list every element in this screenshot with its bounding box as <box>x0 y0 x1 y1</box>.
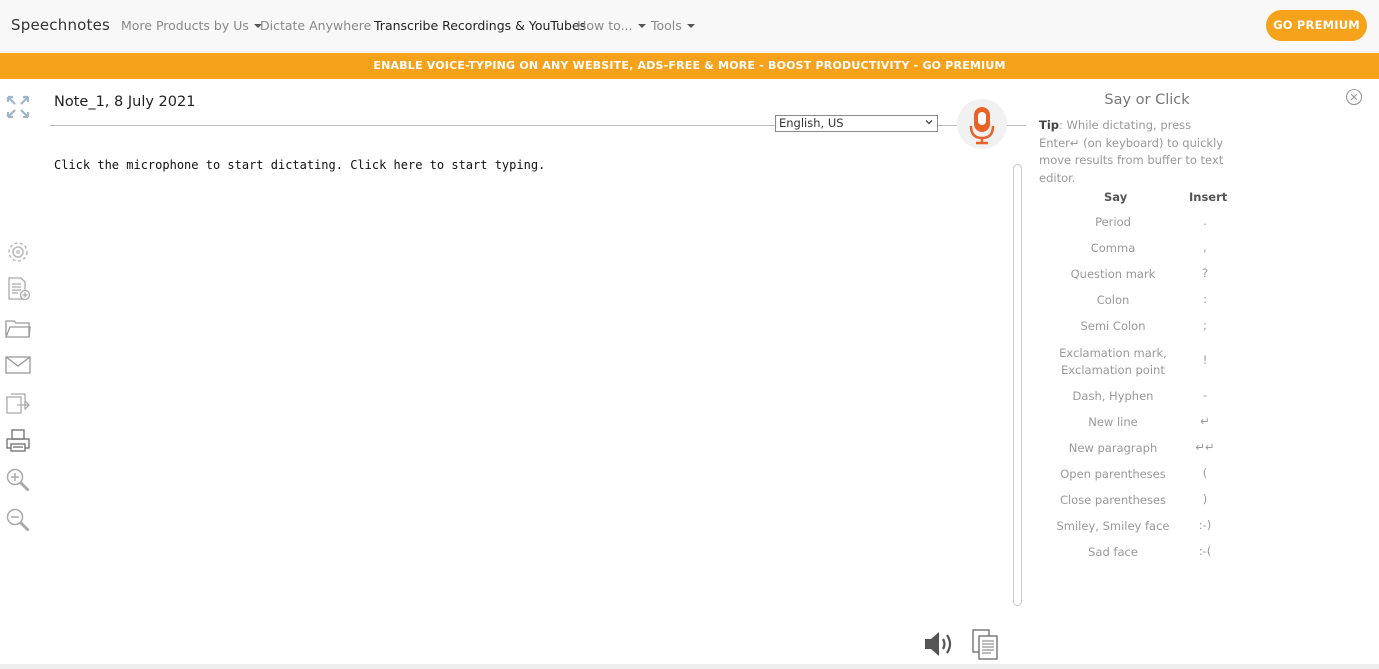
go-premium-button[interactable]: GO PREMIUM <box>1266 10 1367 41</box>
command-say[interactable]: Period <box>1045 214 1181 231</box>
chevron-down-icon <box>925 120 933 125</box>
open-folder-icon[interactable] <box>5 315 31 341</box>
close-icon[interactable] <box>1345 88 1363 106</box>
command-say[interactable]: New paragraph <box>1045 440 1181 457</box>
text-editor[interactable]: Click the microphone to start dictating.… <box>54 158 545 172</box>
nav-tools[interactable]: Tools <box>651 18 695 33</box>
command-insert[interactable]: :-( <box>1185 544 1225 558</box>
command-insert[interactable]: : <box>1185 292 1225 306</box>
command-say[interactable]: Close parentheses <box>1045 492 1181 509</box>
command-insert[interactable]: ↵ <box>1185 414 1225 428</box>
column-header-say: Say <box>1104 190 1128 204</box>
command-say[interactable]: Exclamation mark, Exclamation point <box>1058 345 1168 379</box>
nav-transcribe-recordings[interactable]: Transcribe Recordings & YouTubes <box>374 18 586 33</box>
command-say[interactable]: Sad face <box>1045 544 1181 561</box>
nav-item-label: Tools <box>651 18 682 33</box>
chevron-down-icon <box>637 24 646 28</box>
top-navbar: Speechnotes More Products by Us Dictate … <box>0 0 1379 52</box>
email-icon[interactable] <box>5 352 31 378</box>
command-insert[interactable]: ( <box>1185 466 1225 480</box>
chevron-down-icon <box>686 24 695 28</box>
command-insert[interactable]: ? <box>1185 266 1225 280</box>
command-say[interactable]: Comma <box>1045 240 1181 257</box>
command-insert[interactable]: . <box>1185 214 1225 228</box>
buffer-scrollbar[interactable] <box>1013 164 1022 606</box>
brand-logo[interactable]: Speechnotes <box>11 16 110 34</box>
language-select[interactable]: English, US <box>775 115 938 132</box>
command-insert[interactable]: , <box>1185 240 1225 254</box>
column-header-insert: Insert <box>1189 190 1228 204</box>
command-say[interactable]: Colon <box>1045 292 1181 309</box>
command-insert[interactable]: :-) <box>1185 518 1225 532</box>
export-icon[interactable] <box>5 391 31 417</box>
command-say[interactable]: Smiley, Smiley face <box>1045 518 1181 535</box>
command-insert[interactable]: ) <box>1185 492 1225 506</box>
settings-gear-icon[interactable] <box>5 239 31 265</box>
language-selected-value: English, US <box>779 116 844 130</box>
command-say[interactable]: New line <box>1045 414 1181 431</box>
zoom-out-icon[interactable] <box>5 507 31 533</box>
command-insert[interactable]: ! <box>1185 353 1225 367</box>
command-insert[interactable]: ↵↵ <box>1185 440 1225 454</box>
nav-item-label: Dictate Anywhere <box>260 18 372 33</box>
command-say[interactable]: Semi Colon <box>1045 318 1181 335</box>
command-insert[interactable]: - <box>1185 388 1225 402</box>
microphone-button[interactable] <box>957 99 1007 149</box>
panel-title: Say or Click <box>1104 92 1190 108</box>
nav-how-to[interactable]: How to... <box>577 18 646 33</box>
nav-dictate-anywhere[interactable]: Dictate Anywhere <box>260 18 371 33</box>
fullscreen-icon[interactable] <box>5 94 31 120</box>
copy-clipboard-icon[interactable] <box>968 628 1002 660</box>
note-title[interactable]: Note_1, 8 July 2021 <box>54 94 195 110</box>
nav-item-label: Transcribe Recordings & YouTubes <box>374 18 587 33</box>
microphone-icon <box>969 107 995 145</box>
command-say[interactable]: Question mark <box>1045 266 1181 283</box>
command-say[interactable]: Dash, Hyphen <box>1045 388 1181 405</box>
page-bottom-edge <box>0 664 1379 669</box>
zoom-in-icon[interactable] <box>5 467 31 493</box>
nav-item-label: How to... <box>577 18 633 33</box>
dictation-tip: Tip: While dictating, press Enter↵ (on k… <box>1039 117 1224 187</box>
nav-more-products[interactable]: More Products by Us <box>121 18 262 33</box>
speaker-icon[interactable] <box>922 628 956 660</box>
tip-text: : While dictating, press Enter↵ (on keyb… <box>1039 118 1224 185</box>
command-say[interactable]: Open parentheses <box>1045 466 1181 483</box>
nav-item-label: More Products by Us <box>121 18 249 33</box>
new-note-icon[interactable] <box>5 276 31 302</box>
command-insert[interactable]: ; <box>1185 318 1225 332</box>
print-icon[interactable] <box>5 428 31 454</box>
promo-banner[interactable]: ENABLE VOICE-TYPING ON ANY WEBSITE, ADS-… <box>0 53 1379 79</box>
tip-label: Tip <box>1039 118 1060 132</box>
